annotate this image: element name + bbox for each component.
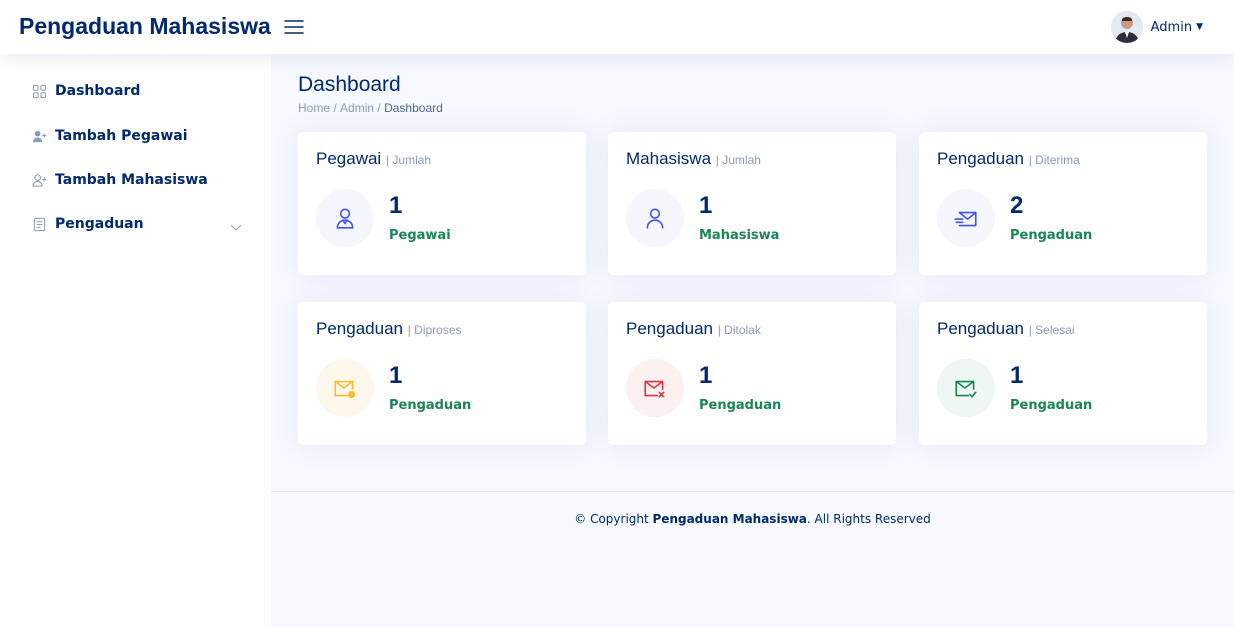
footer-brand: Pengaduan Mahasiswa — [652, 512, 807, 526]
chevron-down-icon — [230, 218, 242, 231]
card-value: 1 — [1010, 362, 1024, 389]
menu-toggle-icon[interactable] — [283, 16, 305, 38]
sidebar-item-label: Tambah Pegawai — [55, 128, 188, 144]
header: Pengaduan Mahasiswa Admin ▼ — [0, 0, 1234, 54]
card-label: Pengaduan — [1010, 228, 1093, 243]
card-subtitle: | Jumlah — [385, 153, 432, 167]
sidebar-item-pengaduan[interactable]: Pengaduan — [32, 216, 242, 232]
avatar — [1110, 11, 1143, 43]
card-value: 1 — [699, 192, 713, 219]
card-title: Pengaduan — [316, 319, 403, 338]
sidebar-item-tambah-mahasiswa[interactable]: Tambah Mahasiswa — [32, 172, 242, 188]
card-subtitle: | Diproses — [407, 323, 462, 337]
breadcrumb-admin[interactable]: Admin — [340, 101, 374, 115]
page-title: Dashboard — [298, 73, 401, 96]
sidebar-item-label: Tambah Mahasiswa — [55, 172, 208, 188]
card-label: Pengaduan — [1010, 398, 1093, 413]
card-value: 2 — [1010, 192, 1024, 219]
card-value: 1 — [389, 192, 403, 219]
breadcrumb-home[interactable]: Home — [298, 101, 330, 115]
app-logo[interactable]: Pengaduan Mahasiswa — [19, 13, 271, 40]
sidebar-item-label: Dashboard — [55, 83, 141, 99]
card-title: Pengaduan — [626, 319, 713, 338]
card-label: Mahasiswa — [699, 228, 780, 243]
card-title: Mahasiswa — [626, 149, 712, 168]
profile-dropdown[interactable]: Admin ▼ — [1110, 11, 1203, 43]
card-subtitle: | Ditolak — [717, 323, 761, 337]
grid-icon — [32, 84, 47, 99]
card-value: 1 — [699, 362, 713, 389]
sidebar: Dashboard Tambah Pegawai Tambah Mahasisw… — [0, 54, 271, 627]
footer: © Copyright Pengaduan Mahasiswa. All Rig… — [271, 512, 1234, 526]
card-label: Pengaduan — [699, 398, 782, 413]
envelope-gear-icon — [316, 359, 374, 417]
envelope-x-icon — [626, 359, 684, 417]
card-label: Pegawai — [389, 228, 451, 243]
card-subtitle: | Selesai — [1028, 323, 1075, 337]
card-label: Pengaduan — [389, 398, 472, 413]
sidebar-item-dashboard[interactable]: Dashboard — [32, 83, 242, 99]
footer-divider — [271, 491, 1234, 492]
person-icon — [626, 189, 684, 247]
footer-suffix: . All Rights Reserved — [806, 512, 931, 526]
envelope-arrow-icon — [937, 189, 995, 247]
card-pengaduan-diproses: Pengaduan | Diproses 1 Pengaduan — [298, 302, 586, 445]
caret-down-icon: ▼ — [1196, 22, 1203, 32]
sidebar-item-tambah-pegawai[interactable]: Tambah Pegawai — [32, 128, 242, 144]
breadcrumb: Home / Admin / Dashboard — [298, 101, 443, 115]
footer-prefix: © Copyright — [574, 512, 653, 526]
main-content: Dashboard Home / Admin / Dashboard Pegaw… — [271, 54, 1234, 627]
person-badge-icon — [316, 189, 374, 247]
person-plus-fill-icon — [32, 129, 47, 144]
card-title: Pengaduan — [937, 149, 1024, 168]
card-title: Pengaduan — [937, 319, 1024, 338]
card-mahasiswa: Mahasiswa | Jumlah 1 Mahasiswa — [608, 132, 896, 275]
envelope-check-icon — [937, 359, 995, 417]
card-pengaduan-diterima: Pengaduan | Diterima 2 Pengaduan — [919, 132, 1207, 275]
card-pengaduan-ditolak: Pengaduan | Ditolak 1 Pengaduan — [608, 302, 896, 445]
card-pengaduan-selesai: Pengaduan | Selesai 1 Pengaduan — [919, 302, 1207, 445]
card-subtitle: | Diterima — [1028, 153, 1080, 167]
card-title: Pegawai — [316, 149, 382, 168]
card-subtitle: | Jumlah — [715, 153, 761, 167]
person-plus-icon — [32, 173, 47, 188]
breadcrumb-current: Dashboard — [384, 101, 443, 115]
document-icon — [32, 217, 47, 232]
card-value: 1 — [389, 362, 403, 389]
profile-name: Admin — [1150, 19, 1193, 35]
card-pegawai: Pegawai | Jumlah 1 Pegawai — [298, 132, 586, 275]
sidebar-item-label: Pengaduan — [55, 216, 144, 232]
